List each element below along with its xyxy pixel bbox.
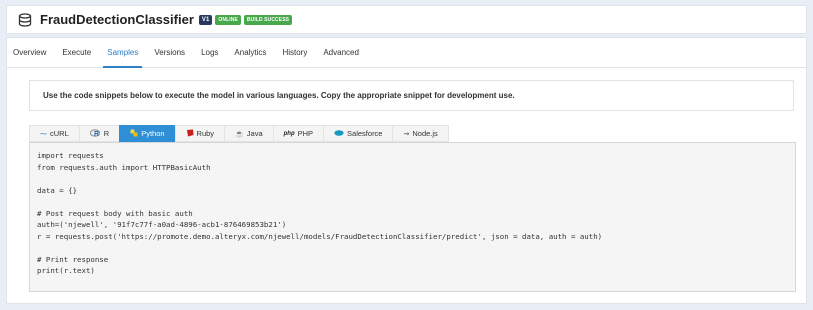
version-badge: V1 <box>198 14 213 25</box>
tab-logs[interactable]: Logs <box>193 38 226 67</box>
tab-samples[interactable]: Samples <box>99 38 146 68</box>
lang-tab-label: R <box>103 129 110 138</box>
model-header: FraudDetectionClassifier V1 ONLINE BUILD… <box>6 5 807 34</box>
code-snippet: import requests from requests.auth impor… <box>37 151 603 275</box>
tab-versions[interactable]: Versions <box>146 38 193 67</box>
status-badge: ONLINE <box>215 14 241 25</box>
lang-tab-salesforce[interactable]: Salesforce <box>323 125 393 142</box>
lang-tab-label: Ruby <box>196 129 215 138</box>
tab-execute[interactable]: Execute <box>54 38 99 67</box>
lang-tab-r[interactable]: R R <box>78 125 120 142</box>
php-logo-icon: php <box>283 130 295 137</box>
nodejs-logo-icon: ⇝ <box>403 130 410 138</box>
java-logo-icon: ☕ <box>235 130 244 138</box>
database-icon <box>18 12 32 27</box>
main-panel: Overview Execute Samples Versions Logs A… <box>6 37 807 304</box>
instructions-text: Use the code snippets below to execute t… <box>43 91 515 100</box>
lang-tab-python[interactable]: Python <box>119 125 175 142</box>
lang-tab-curl[interactable]: ⁓ cURL <box>29 125 79 142</box>
lang-tab-php[interactable]: php PHP <box>272 125 324 142</box>
lang-tab-ruby[interactable]: Ruby <box>174 125 225 142</box>
lang-tab-label: Python <box>141 129 165 138</box>
model-name: FraudDetectionClassifier <box>40 12 194 27</box>
code-snippet-box[interactable]: import requests from requests.auth impor… <box>29 142 796 292</box>
lang-tab-java[interactable]: ☕ Java <box>224 125 273 142</box>
svg-text:R: R <box>94 131 99 137</box>
lang-tab-nodejs[interactable]: ⇝ Node.js <box>392 125 449 142</box>
python-logo-icon <box>130 129 138 139</box>
tab-analytics[interactable]: Analytics <box>226 38 274 67</box>
lang-tab-label: cURL <box>50 129 69 138</box>
build-badge: BUILD SUCCESS <box>243 14 293 25</box>
tab-advanced[interactable]: Advanced <box>315 38 367 67</box>
language-tabs: ⁓ cURL R R Python Ruby ☕ Java php PHP Sa… <box>29 125 449 142</box>
lang-tab-label: Java <box>246 129 263 138</box>
r-logo-icon: R <box>89 128 101 139</box>
lang-tab-label: Node.js <box>412 129 438 138</box>
lang-tab-label: Salesforce <box>347 129 383 138</box>
curl-icon: ⁓ <box>40 130 47 138</box>
model-tabs: Overview Execute Samples Versions Logs A… <box>7 38 806 68</box>
instructions-box: Use the code snippets below to execute t… <box>29 80 794 111</box>
lang-tab-label: PHP <box>297 129 314 138</box>
ruby-logo-icon <box>186 129 194 139</box>
tab-overview[interactable]: Overview <box>7 38 54 67</box>
salesforce-cloud-icon <box>334 129 344 138</box>
tab-history[interactable]: History <box>274 38 315 67</box>
